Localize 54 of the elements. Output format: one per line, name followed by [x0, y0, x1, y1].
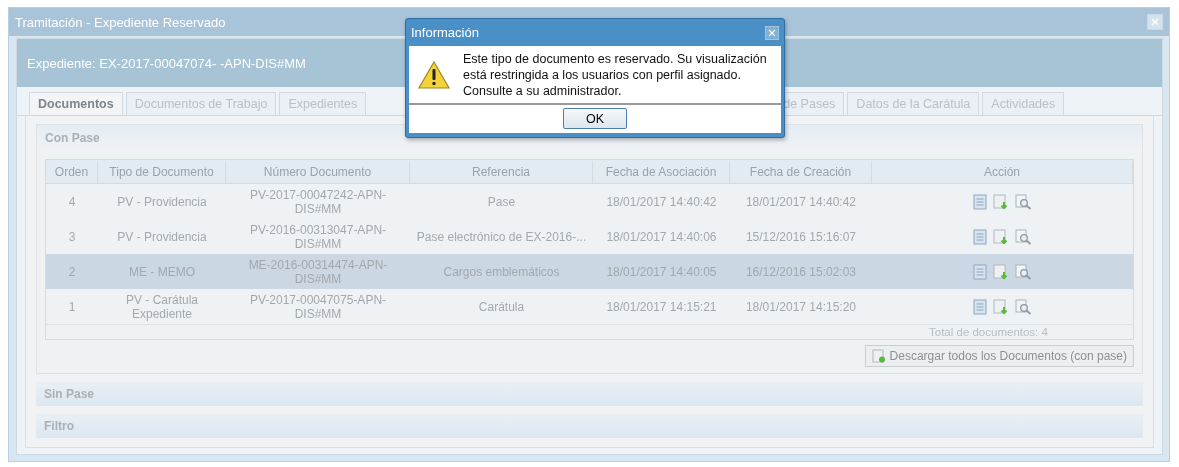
table-cell-text: PV-2016-00313047-APN-DIS#MM: [248, 222, 388, 251]
warning-icon: [417, 60, 451, 90]
table-cell-text: 18/01/2017 14:40:42: [744, 194, 858, 209]
table-cell-text: 18/01/2017 14:15:20: [744, 299, 858, 314]
close-icon: [1151, 18, 1159, 26]
table-cell-text: 18/01/2017 14:40:06: [605, 229, 718, 244]
magnifier-icon[interactable]: [1015, 228, 1032, 245]
window-title: Tramitación - Expediente Reservado: [15, 14, 226, 30]
table-cell-text: PV-2017-00047075-APN-DIS#MM: [248, 292, 388, 321]
ok-button[interactable]: OK: [563, 108, 627, 129]
download-document-icon[interactable]: [993, 193, 1009, 210]
dialog-title: Información: [411, 25, 479, 40]
magnifier-icon[interactable]: [1015, 193, 1032, 210]
table-cell-text: PV - Carátula Expediente: [125, 292, 199, 321]
total-count: Total de documentos: 4: [929, 326, 1048, 338]
table-cell-text: Pase: [486, 194, 517, 209]
column-header[interactable]: Acción: [872, 160, 1133, 183]
table-cell-text: 4: [67, 194, 77, 209]
close-button[interactable]: [765, 25, 779, 40]
section-header[interactable]: Sin Pase: [36, 382, 1143, 406]
document-icon[interactable]: [973, 193, 987, 210]
column-header[interactable]: Referencia: [410, 160, 593, 183]
table-cell-text: 3: [67, 229, 77, 244]
table-cell-text: PV - Providencia: [116, 194, 208, 209]
section-header[interactable]: Filtro: [36, 414, 1143, 438]
column-header[interactable]: Orden: [46, 160, 98, 183]
header-title: Expediente: EX-2017-00047074- -APN-DIS#MM: [27, 55, 306, 71]
table-cell-text: 18/01/2017 14:40:42: [605, 194, 718, 209]
section-title[interactable]: Con Pase: [45, 131, 100, 145]
table-cell-text: 1: [67, 299, 77, 314]
document-icon[interactable]: [973, 263, 987, 280]
dialog-message: Este tipo de documento es reservado. Su visualización está restringida a los usuarios con perfil asignado. Consulte a su administrador.: [463, 51, 768, 99]
download-document-icon: [871, 349, 886, 363]
download-document-icon[interactable]: [993, 263, 1009, 280]
document-icon[interactable]: [973, 298, 987, 315]
download-all-button[interactable]: Descargar todos los Documentos (con pase): [864, 345, 1134, 367]
column-header[interactable]: Fecha de Asociación: [593, 160, 730, 183]
tab[interactable]: Documentos: [29, 92, 123, 115]
table-cell-text: PV - Providencia: [116, 229, 208, 244]
download-document-icon[interactable]: [993, 298, 1009, 315]
table-cell-text: Carátula: [477, 299, 526, 314]
column-header[interactable]: Número Documento: [226, 160, 410, 183]
column-header[interactable]: Fecha de Creación: [730, 160, 872, 183]
magnifier-icon[interactable]: [1015, 263, 1032, 280]
magnifier-icon[interactable]: [1015, 298, 1032, 315]
close-button[interactable]: [1147, 14, 1163, 30]
column-header[interactable]: Tipo de Documento: [98, 160, 226, 183]
table-cell-text: 18/01/2017 14:15:21: [605, 299, 718, 314]
table-cell-text: 15/12/2016 15:16:07: [744, 229, 858, 244]
document-icon[interactable]: [973, 228, 987, 245]
download-document-icon[interactable]: [993, 228, 1009, 245]
table-cell-text: PV-2017-00047242-APN-DIS#MM: [248, 187, 388, 216]
close-icon: [768, 28, 776, 37]
table-cell-text: Pase electrónico de EX-2016-...: [415, 229, 588, 244]
